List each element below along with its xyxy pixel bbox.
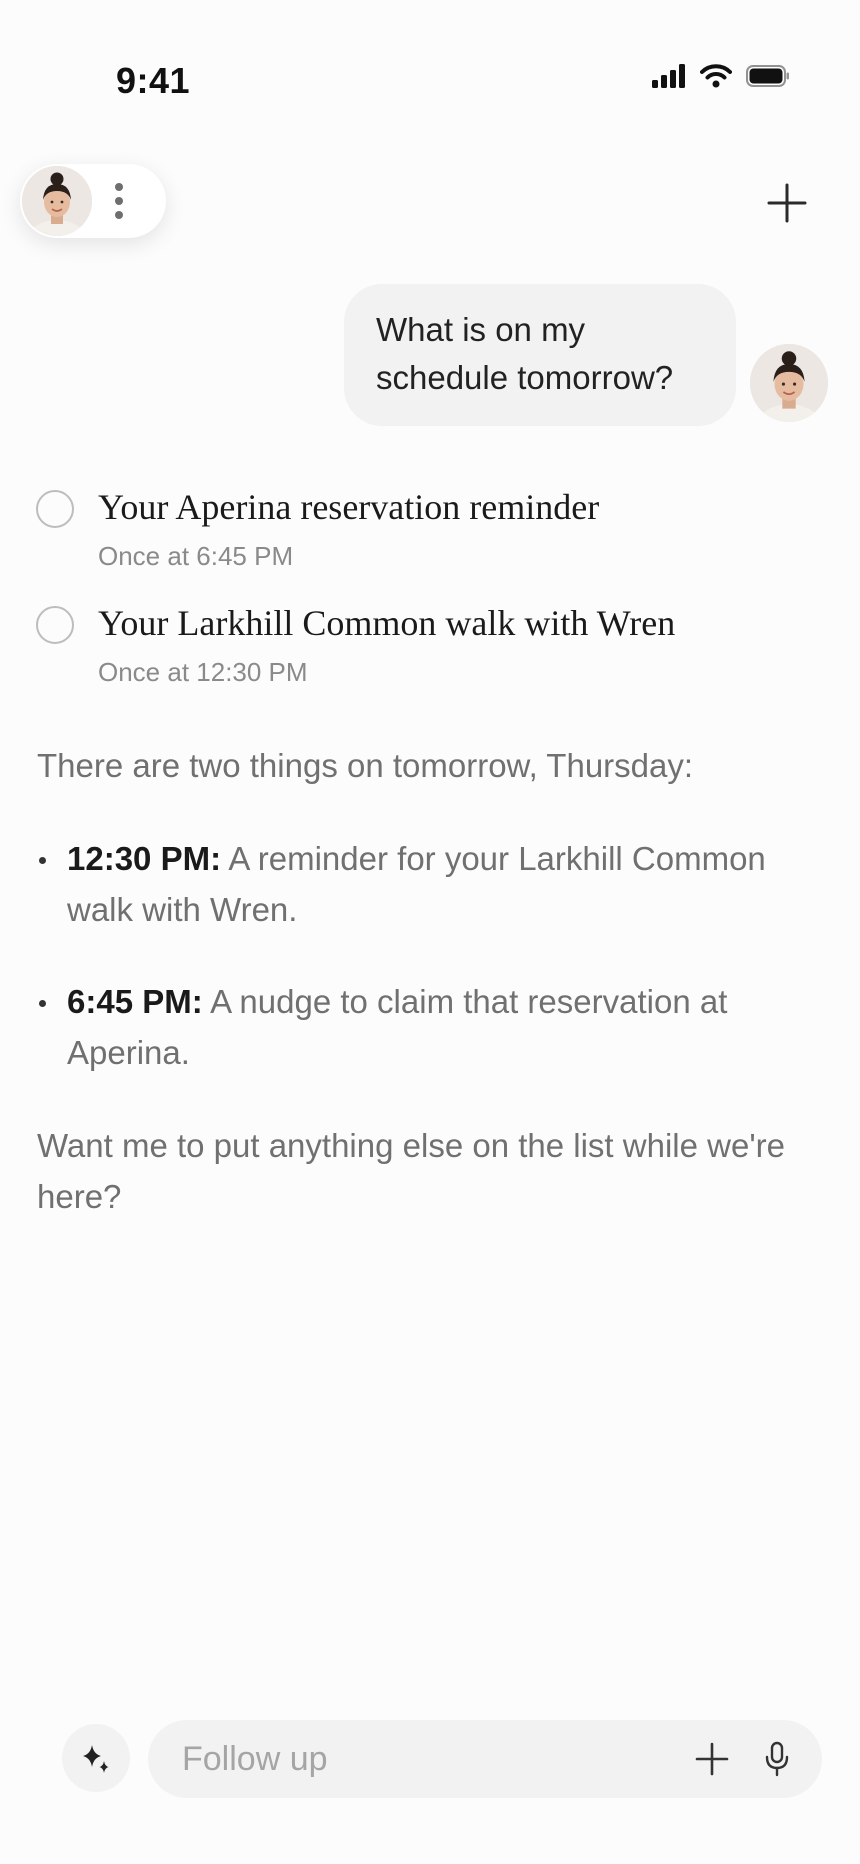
microphone-button[interactable] [752,1729,802,1789]
reminder-schedule: Once at 6:45 PM [98,541,294,571]
status-bar: 9:41 [0,0,860,150]
reminder-item: Your Aperina reservation reminder Once a… [36,484,836,574]
plus-icon [695,1742,729,1776]
reminder-list: Your Aperina reservation reminder Once a… [36,484,836,716]
status-time: 9:41 [116,60,191,101]
sparkle-button[interactable] [62,1724,130,1792]
reminder-text: Your Larkhill Common walk with Wren Once… [98,600,675,690]
reminder-text: Your Aperina reservation reminder Once a… [98,484,599,574]
assistant-response: There are two things on tomorrow, Thursd… [37,740,827,1264]
cellular-signal-icon [652,64,685,88]
item-time: 12:30 PM: [67,840,222,877]
more-vertical-icon [104,176,134,226]
chat-screen: 9:41 What is on my schedule tomorrow? Yo… [0,0,860,1864]
item-time: 6:45 PM: [67,983,203,1020]
sparkle-icon [83,1745,109,1773]
response-intro: There are two things on tomorrow, Thursd… [37,747,694,784]
status-icons [652,64,790,88]
plus-icon [767,183,807,223]
composer [148,1720,822,1798]
response-list-item: 6:45 PM: A nudge to claim that reservati… [37,976,827,1078]
response-outro: Want me to put anything else on the list… [37,1127,785,1215]
reminder-checkbox[interactable] [36,606,74,644]
wifi-icon [700,64,732,88]
follow-up-input[interactable] [148,1720,682,1798]
reminder-checkbox[interactable] [36,490,74,528]
battery-icon [746,65,789,87]
profile-menu-button[interactable] [20,164,166,238]
reminder-title: Your Larkhill Common walk with Wren [98,603,676,643]
microphone-icon [765,1741,789,1777]
reminder-title: Your Aperina reservation reminder [98,487,600,527]
new-chat-button[interactable] [754,170,820,236]
avatar [22,166,92,236]
reminder-schedule: Once at 12:30 PM [98,657,308,687]
response-list: 12:30 PM: A reminder for your Larkhill C… [37,833,827,1078]
response-list-item: 12:30 PM: A reminder for your Larkhill C… [37,833,827,935]
reminder-item: Your Larkhill Common walk with Wren Once… [36,600,836,690]
user-avatar [750,344,828,422]
user-message-bubble: What is on my schedule tomorrow? [344,284,736,426]
attach-button[interactable] [682,1729,742,1789]
